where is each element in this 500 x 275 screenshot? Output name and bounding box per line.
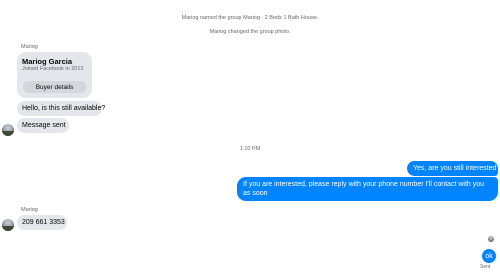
outgoing-message[interactable]: ok — [482, 249, 496, 263]
seen-avatar — [488, 236, 494, 242]
incoming-message[interactable]: Hello, is this still available? — [17, 101, 105, 116]
profile-card: Mariog Garcia Joined Facebook in 2013 Bu… — [17, 52, 92, 98]
incoming-message[interactable]: Message sent — [17, 118, 69, 133]
profile-card-name: Mariog Garcia — [22, 57, 73, 66]
message-timestamp: 1:10 PM — [239, 146, 261, 152]
sender-avatar[interactable] — [2, 219, 14, 231]
profile-card-subtitle: Joined Facebook in 2013 — [22, 66, 84, 72]
incoming-message[interactable]: 209 661 3353 — [17, 215, 67, 230]
sender-avatar[interactable] — [2, 124, 14, 136]
system-message-photo-changed: Mariog changed the group photo. — [209, 29, 291, 35]
sender-name: Mariog — [21, 207, 38, 213]
outgoing-message[interactable]: Yes, are you still interested? — [407, 161, 500, 176]
sent-status: Sent — [480, 264, 491, 270]
buyer-details-button[interactable]: Buyer details — [23, 81, 86, 93]
outgoing-message[interactable]: If you are interested, please reply with… — [237, 177, 498, 201]
chat-thread: Mariog named the group Mariog · 2 Beds 1… — [0, 0, 500, 275]
sender-name: Mariog — [21, 44, 38, 50]
system-message-group-renamed: Mariog named the group Mariog · 2 Beds 1… — [181, 15, 319, 21]
